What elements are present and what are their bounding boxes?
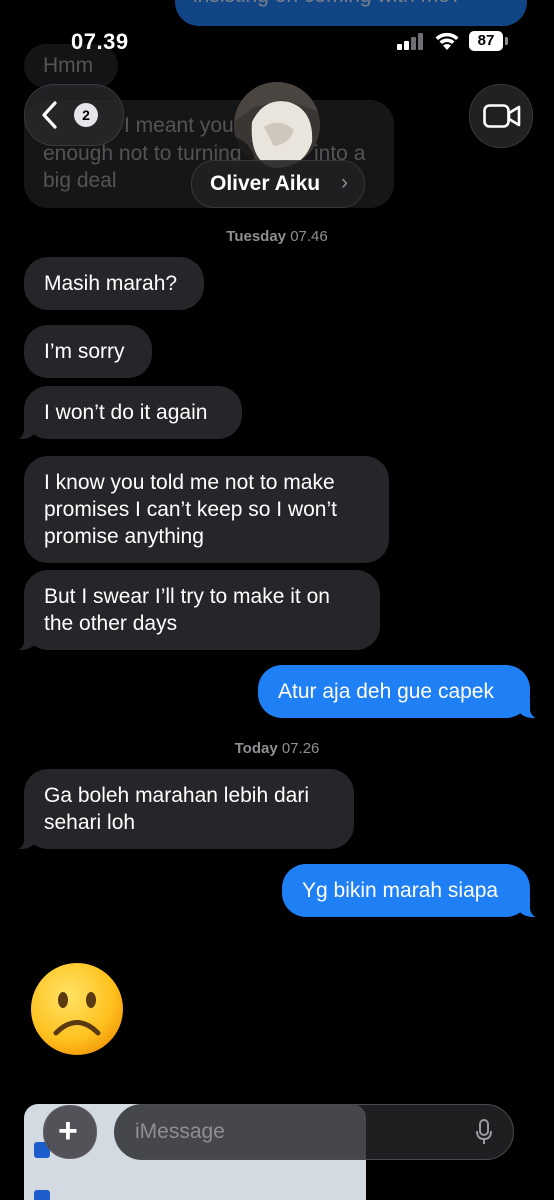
timestamp-tuesday: Tuesday 07.46 — [0, 228, 554, 245]
back-button[interactable]: 2 — [24, 84, 124, 146]
message-input[interactable]: iMessage — [114, 1104, 514, 1160]
message-text: I’m sorry — [44, 340, 125, 363]
status-time: 07.39 — [71, 29, 129, 54]
battery-percent: 87 — [477, 32, 495, 49]
previous-message-cut: insisting on coming with me? — [175, 0, 527, 26]
battery-tip-icon — [505, 37, 508, 45]
timestamp-time: 07.26 — [281, 740, 320, 757]
cellular-signal-icon — [397, 33, 427, 50]
incoming-message[interactable]: But I swear I’ll try to make it on the o… — [10, 570, 380, 651]
message-text: I won’t do it again — [44, 401, 208, 424]
video-call-button[interactable] — [469, 84, 533, 148]
contact-name: Oliver Aiku — [210, 172, 321, 195]
incoming-message[interactable]: I won’t do it again — [10, 386, 242, 440]
outgoing-message[interactable]: Yg bikin marah siapa — [282, 864, 544, 918]
wifi-icon — [434, 30, 460, 51]
timestamp-today: Today 07.26 — [0, 740, 554, 757]
outgoing-message[interactable]: Atur aja deh gue capek — [258, 665, 544, 719]
contact-avatar[interactable] — [234, 82, 320, 168]
microphone-icon[interactable] — [475, 1119, 493, 1150]
message-text: Atur aja deh gue capek — [278, 680, 494, 703]
message-text: Yg bikin marah siapa — [302, 879, 499, 902]
unread-count-badge: 2 — [74, 103, 98, 127]
video-camera-icon — [483, 104, 521, 133]
battery-indicator: 87 — [469, 31, 503, 51]
unread-count: 2 — [82, 107, 90, 123]
timestamp-day: Tuesday — [226, 228, 287, 245]
incoming-message[interactable]: I know you told me not to make promises … — [24, 456, 389, 563]
hmm-text: Hmm — [43, 54, 94, 77]
message-text: I know you told me not to make promises … — [44, 471, 337, 548]
plus-icon: + — [58, 1112, 78, 1150]
message-text: Ga boleh marahan lebih dari sehari loh — [44, 784, 310, 834]
message-text: But I swear I’ll try to make it on the o… — [44, 585, 330, 635]
incoming-message[interactable]: Masih marah? — [24, 257, 204, 310]
timestamp-day: Today — [234, 740, 278, 757]
contact-chevron-icon: › — [341, 171, 348, 194]
message-placeholder: iMessage — [135, 1120, 225, 1143]
incoming-message[interactable]: I’m sorry — [24, 325, 152, 378]
partial-line-3: big deal — [43, 169, 117, 192]
back-chevron-icon — [41, 101, 59, 134]
message-text: Masih marah? — [44, 272, 178, 295]
incoming-message[interactable]: Ga boleh marahan lebih dari sehari loh — [10, 769, 354, 850]
timestamp-time: 07.46 — [290, 228, 328, 245]
frowning-face-emoji[interactable]: ☹️ — [30, 962, 124, 1056]
add-attachment-button[interactable]: + — [43, 1105, 97, 1159]
previous-message-text: insisting on coming with me? — [193, 0, 461, 8]
preview-checkbox-icon — [34, 1190, 50, 1200]
contact-name-pill[interactable]: Oliver Aiku › — [191, 160, 365, 208]
